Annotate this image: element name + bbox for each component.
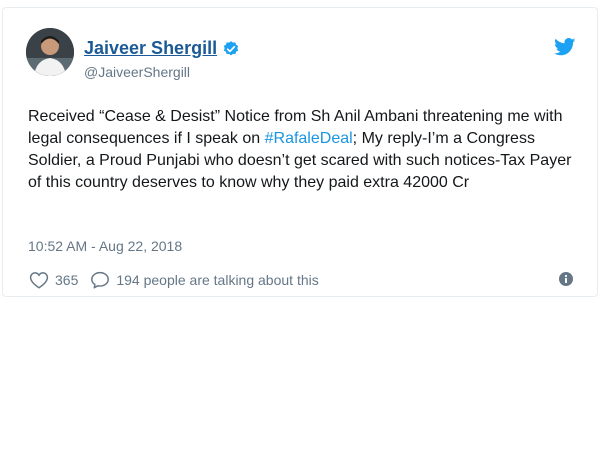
talking-count[interactable]: 194 people are talking about this (116, 272, 318, 288)
author-name-link[interactable]: Jaiveer Shergill (84, 38, 240, 59)
author-name[interactable]: Jaiveer Shergill (84, 38, 217, 59)
avatar[interactable] (26, 28, 74, 76)
twitter-bird-icon[interactable] (554, 38, 576, 56)
verified-badge-icon (223, 40, 239, 55)
hashtag-link[interactable]: #RafaleDeal (265, 130, 353, 147)
tweet-actions: 365 194 people are talking about this (29, 271, 331, 289)
speech-bubble-icon[interactable] (90, 271, 110, 289)
like-count[interactable]: 365 (55, 272, 78, 288)
tweet-timestamp[interactable]: 10:52 AM - Aug 22, 2018 (28, 238, 182, 254)
tweet-card: Jaiveer Shergill @JaiveerShergill Receiv… (2, 7, 598, 297)
author-handle[interactable]: @JaiveerShergill (84, 64, 190, 80)
info-icon[interactable] (559, 272, 573, 286)
tweet-text: Received “Cease & Desist” Notice from Sh… (28, 106, 573, 194)
heart-icon[interactable] (29, 271, 49, 289)
